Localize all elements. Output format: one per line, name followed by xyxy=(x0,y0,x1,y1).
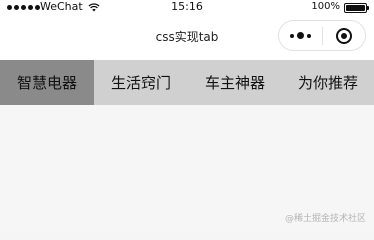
close-mini-program-button[interactable] xyxy=(323,21,366,50)
target-icon xyxy=(335,27,352,44)
phone-screen: WeChat 15:16 100% css实现tab 智慧电器 生活窍门 车主神… xyxy=(0,0,374,233)
battery-icon xyxy=(344,3,369,13)
tab-car-owner-tools[interactable]: 车主神器 xyxy=(188,60,282,105)
mini-program-capsule xyxy=(278,20,366,51)
content-area: @稀土掘金技术社区 xyxy=(0,105,374,233)
tab-life-tips[interactable]: 生活窍门 xyxy=(94,60,188,105)
battery-fill xyxy=(346,5,365,11)
navigation-bar: css实现tab xyxy=(0,16,374,60)
tab-recommended[interactable]: 为你推荐 xyxy=(282,60,374,105)
more-options-button[interactable] xyxy=(279,21,322,50)
watermark: @稀土掘金技术社区 xyxy=(284,214,366,224)
tab-smart-appliances[interactable]: 智慧电器 xyxy=(0,60,94,105)
battery-percent: 100% xyxy=(311,1,340,12)
tab-bar: 智慧电器 生活窍门 车主神器 为你推荐 xyxy=(0,60,374,105)
status-bar: WeChat 15:16 100% xyxy=(0,0,374,16)
